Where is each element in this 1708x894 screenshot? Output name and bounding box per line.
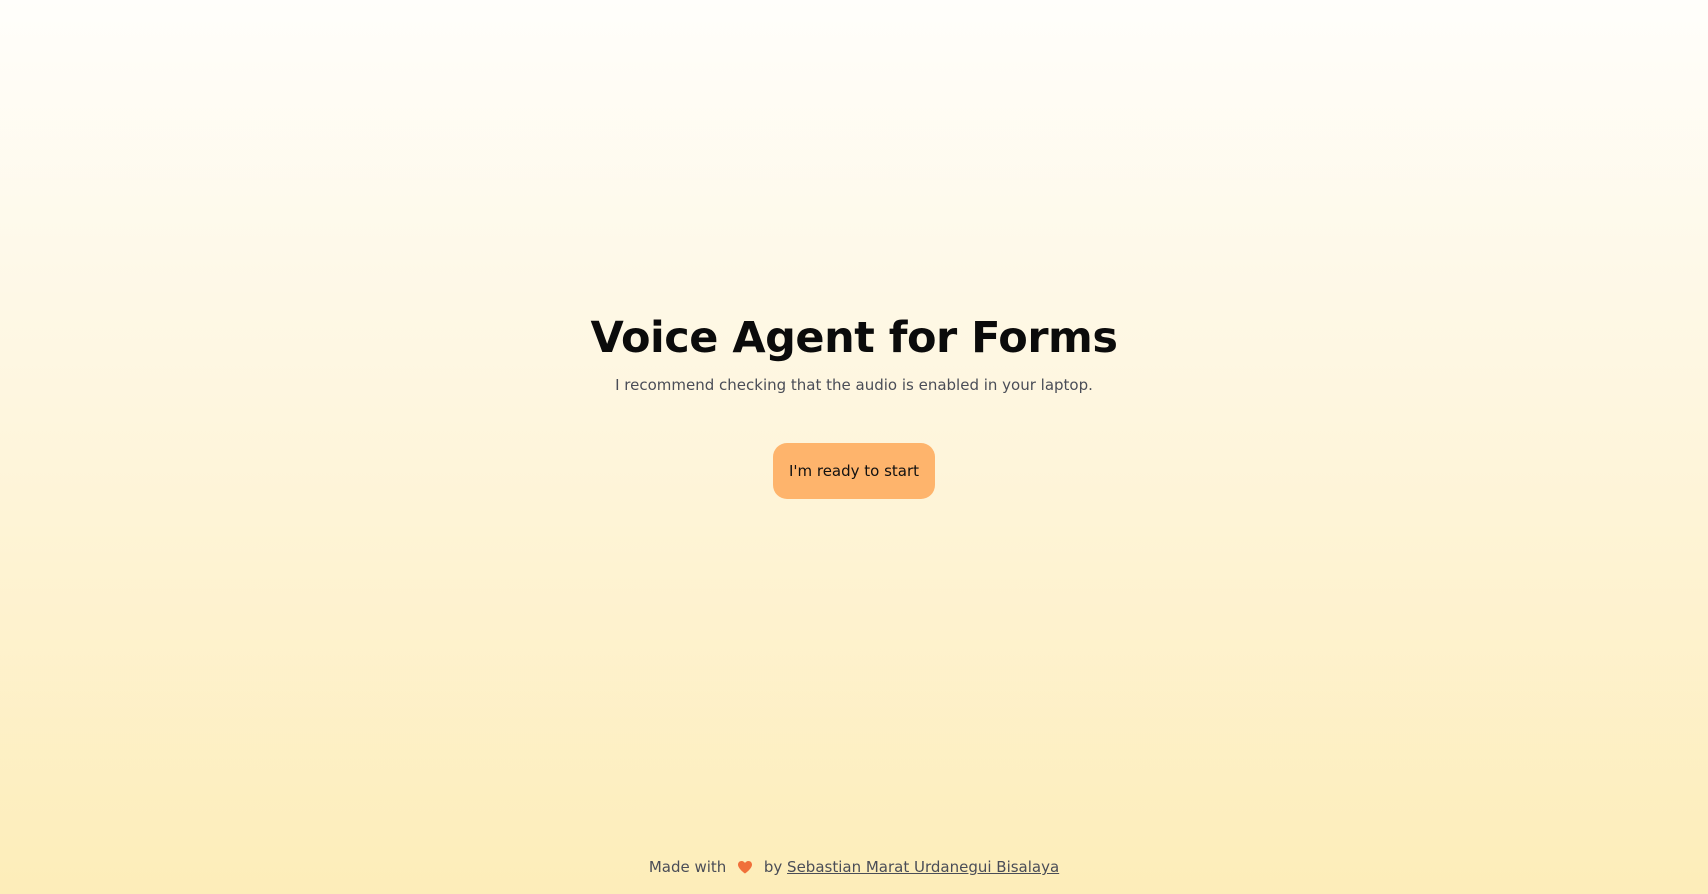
author-link[interactable]: Sebastian Marat Urdanegui Bisalaya: [787, 858, 1059, 876]
start-button[interactable]: I'm ready to start: [772, 443, 936, 499]
heart-icon: [738, 861, 753, 874]
footer: Made with by Sebastian Marat Urdanegui B…: [0, 856, 1708, 878]
footer-made-with-text: Made with: [648, 858, 727, 876]
page-title: Voice Agent for Forms: [590, 313, 1118, 363]
hero-section: Voice Agent for Forms I recommend checki…: [0, 310, 1708, 499]
footer-by-text: by: [763, 858, 783, 876]
page-subtitle: I recommend checking that the audio is e…: [615, 376, 1093, 394]
